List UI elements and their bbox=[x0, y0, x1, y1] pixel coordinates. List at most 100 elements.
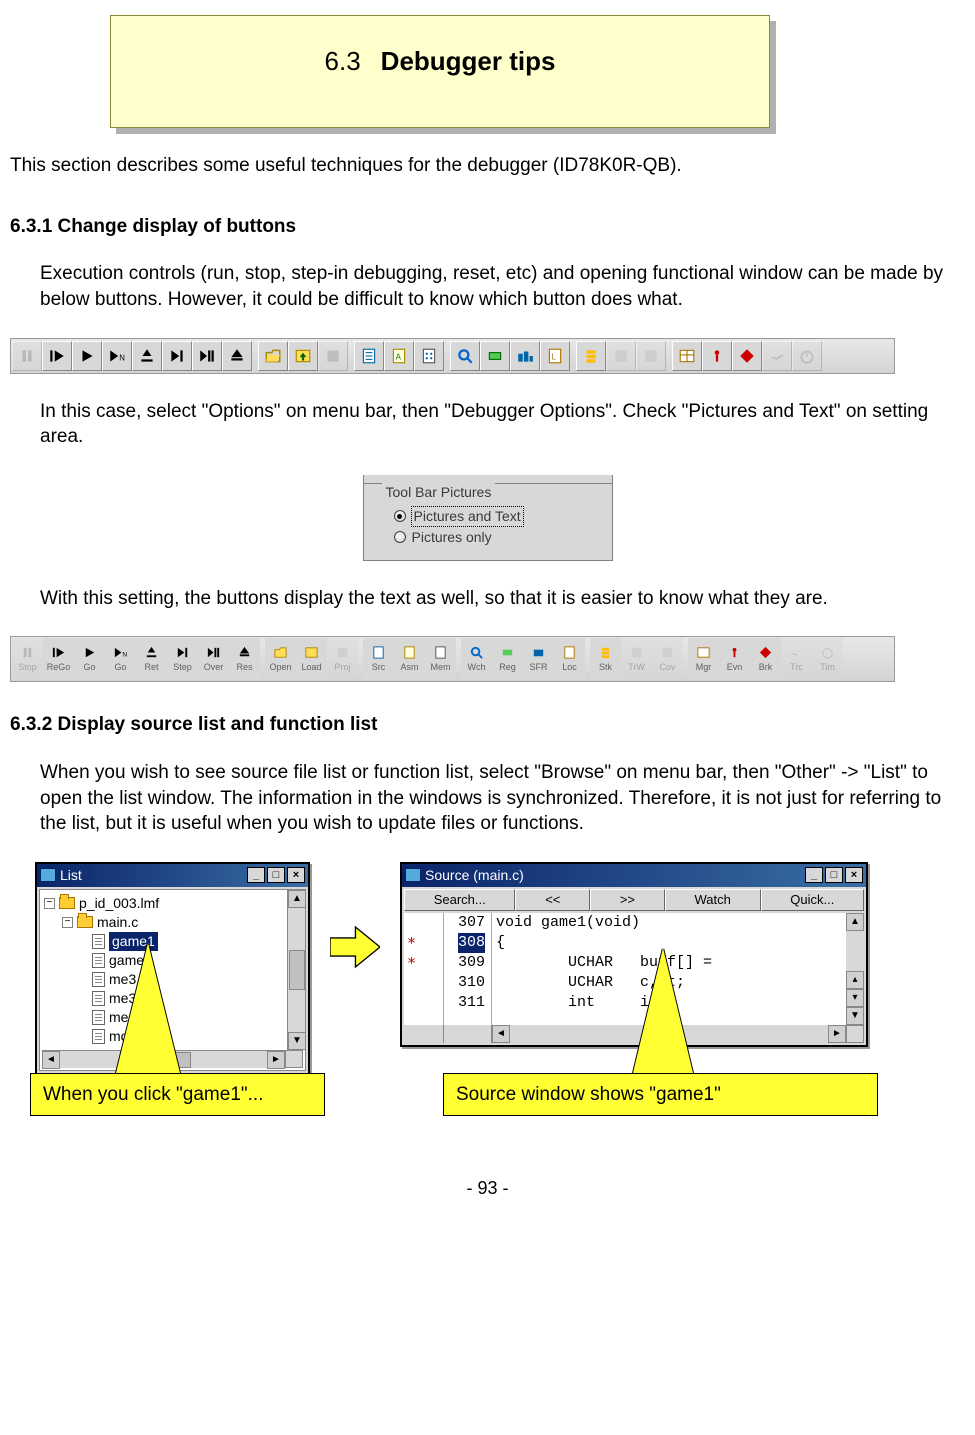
maximize-button[interactable]: □ bbox=[267, 867, 285, 883]
radio-pictures-only[interactable]: Pictures only bbox=[382, 527, 594, 548]
close-button[interactable]: × bbox=[287, 867, 305, 883]
load-button[interactable] bbox=[288, 341, 318, 371]
collapse-icon[interactable]: − bbox=[62, 917, 73, 928]
debugger-toolbar-labeled: Stop ReGo Go NGo Ret Step Over Res Open … bbox=[10, 636, 895, 682]
page-number: - 93 - bbox=[10, 1176, 965, 1200]
event-button[interactable] bbox=[702, 341, 732, 371]
coverage-button[interactable]: Cov bbox=[652, 638, 683, 680]
scroll-up-icon[interactable]: ▲ bbox=[846, 913, 864, 931]
btn-label: Stop bbox=[18, 661, 37, 673]
gutter-mark bbox=[404, 913, 443, 933]
maximize-button[interactable]: □ bbox=[825, 867, 843, 883]
tree-node[interactable]: p_id_003.lmf bbox=[79, 894, 159, 913]
trace-button[interactable]: Trc bbox=[781, 638, 812, 680]
minimize-button[interactable]: _ bbox=[247, 867, 265, 883]
timer-button[interactable]: Tim bbox=[812, 638, 843, 680]
next-button[interactable]: >> bbox=[590, 889, 665, 911]
scroll-up-icon[interactable]: ▲ bbox=[288, 890, 306, 908]
radio-pictures-and-text[interactable]: Pictures and Text bbox=[382, 506, 594, 527]
event-button[interactable]: Evn bbox=[719, 638, 750, 680]
watch-button[interactable]: Wch bbox=[461, 638, 492, 680]
trace-button[interactable] bbox=[762, 341, 792, 371]
local-button[interactable]: L bbox=[540, 341, 570, 371]
watch-button[interactable]: Watch bbox=[665, 889, 761, 911]
reset-button[interactable] bbox=[222, 341, 252, 371]
vertical-scrollbar[interactable]: ▲ ▼ bbox=[287, 890, 305, 1050]
minimize-button[interactable]: _ bbox=[805, 867, 823, 883]
timer-button[interactable] bbox=[792, 341, 822, 371]
collapse-icon[interactable]: − bbox=[44, 898, 55, 909]
scroll-down-icon[interactable]: ▼ bbox=[288, 1032, 306, 1050]
memory-button[interactable]: Mem bbox=[425, 638, 456, 680]
stack-button[interactable]: Stk bbox=[590, 638, 621, 680]
tree-node[interactable]: main.c bbox=[97, 913, 138, 932]
scroll-thumb[interactable] bbox=[289, 950, 305, 990]
manager-button[interactable]: Mgr bbox=[688, 638, 719, 680]
memory-button[interactable] bbox=[414, 341, 444, 371]
list-window-titlebar[interactable]: List _ □ × bbox=[37, 864, 308, 887]
manager-button[interactable] bbox=[672, 341, 702, 371]
toolbar-pictures-groupbox: Tool Bar Pictures Pictures and Text Pict… bbox=[363, 475, 613, 561]
assembly-button[interactable]: Asm bbox=[394, 638, 425, 680]
scroll-down-icon[interactable]: ▼ bbox=[846, 1007, 864, 1025]
scroll-right-icon[interactable]: ► bbox=[828, 1025, 846, 1043]
rego-button[interactable] bbox=[42, 341, 72, 371]
source-button[interactable] bbox=[354, 341, 384, 371]
return-button[interactable] bbox=[132, 341, 162, 371]
register-button[interactable]: Reg bbox=[492, 638, 523, 680]
trace-window-button[interactable]: TrW bbox=[621, 638, 652, 680]
line-number: 311 bbox=[444, 993, 485, 1013]
btn-label: Reg bbox=[499, 661, 516, 673]
scroll-right-icon[interactable]: ► bbox=[267, 1051, 285, 1069]
project-button[interactable]: Proj bbox=[327, 638, 358, 680]
coverage-button[interactable] bbox=[636, 341, 666, 371]
return-button[interactable]: Ret bbox=[136, 638, 167, 680]
source-button[interactable]: Src bbox=[363, 638, 394, 680]
scroll-left-icon[interactable]: ◄ bbox=[492, 1025, 510, 1043]
project-button[interactable] bbox=[318, 341, 348, 371]
trace-window-button[interactable] bbox=[606, 341, 636, 371]
resize-grip[interactable] bbox=[846, 1025, 864, 1043]
sfr-button[interactable] bbox=[510, 341, 540, 371]
go-n-button[interactable]: NGo bbox=[105, 638, 136, 680]
stop-button[interactable]: Stop bbox=[12, 638, 43, 680]
close-button[interactable]: × bbox=[845, 867, 863, 883]
breakpoint-gutter[interactable]: * * bbox=[404, 913, 444, 1025]
resize-grip[interactable] bbox=[285, 1050, 303, 1068]
register-button[interactable] bbox=[480, 341, 510, 371]
assembly-button[interactable]: A bbox=[384, 341, 414, 371]
step-button[interactable] bbox=[162, 341, 192, 371]
reset-button[interactable]: Res bbox=[229, 638, 260, 680]
quick-button[interactable]: Quick... bbox=[761, 889, 865, 911]
search-button[interactable]: Search... bbox=[404, 889, 515, 911]
sfr-button[interactable]: SFR bbox=[523, 638, 554, 680]
open-button[interactable] bbox=[258, 341, 288, 371]
scroll-page-up-icon[interactable]: ▴ bbox=[846, 971, 864, 989]
prev-button[interactable]: << bbox=[515, 889, 590, 911]
stack-button[interactable] bbox=[576, 341, 606, 371]
line-number: 307 bbox=[444, 913, 485, 933]
local-button[interactable]: Loc bbox=[554, 638, 585, 680]
btn-label: Over bbox=[204, 661, 224, 673]
scroll-left-icon[interactable]: ◄ bbox=[42, 1051, 60, 1069]
break-button[interactable]: Brk bbox=[750, 638, 781, 680]
vertical-scrollbar[interactable]: ▲ ▴ ▾ ▼ bbox=[846, 913, 864, 1025]
source-window-titlebar[interactable]: Source (main.c) _ □ × bbox=[402, 864, 866, 887]
document-icon bbox=[92, 934, 105, 949]
step-over-button[interactable] bbox=[192, 341, 222, 371]
step-over-button[interactable]: Over bbox=[198, 638, 229, 680]
watch-button[interactable] bbox=[450, 341, 480, 371]
rego-button[interactable]: ReGo bbox=[43, 638, 74, 680]
step-button[interactable]: Step bbox=[167, 638, 198, 680]
stop-button[interactable] bbox=[12, 341, 42, 371]
go-button[interactable]: Go bbox=[74, 638, 105, 680]
break-button[interactable] bbox=[732, 341, 762, 371]
open-button[interactable]: Open bbox=[265, 638, 296, 680]
btn-label: Asm bbox=[401, 661, 419, 673]
go-n-button[interactable]: N bbox=[102, 341, 132, 371]
folder-icon bbox=[59, 897, 75, 909]
scroll-page-down-icon[interactable]: ▾ bbox=[846, 989, 864, 1007]
go-button[interactable] bbox=[72, 341, 102, 371]
para-631-2: In this case, select "Options" on menu b… bbox=[40, 399, 945, 450]
load-button[interactable]: Load bbox=[296, 638, 327, 680]
